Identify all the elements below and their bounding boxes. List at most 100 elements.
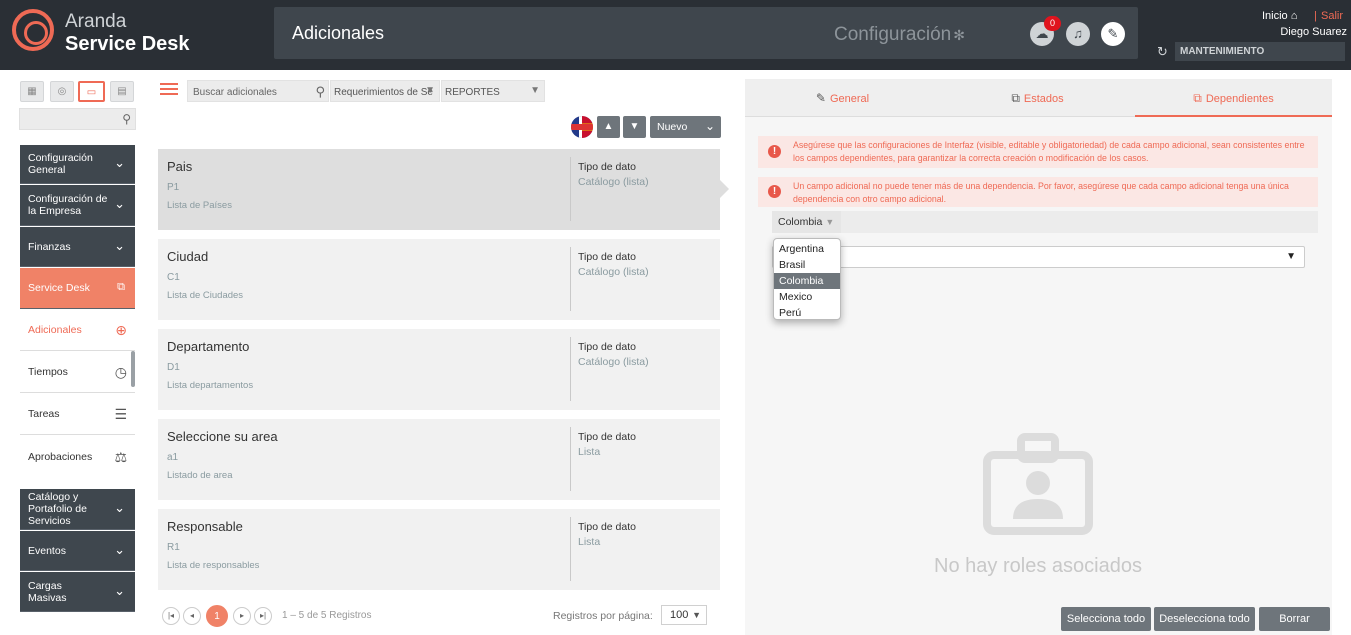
requirement-filter-select[interactable]: Requerimientos de Se ▼ [330, 80, 440, 102]
item-code: a1 [167, 452, 179, 463]
configuration-link[interactable]: Configuración ✻ [834, 24, 965, 46]
filter-bar [772, 211, 1318, 233]
dropdown-option-selected[interactable]: Colombia [774, 273, 840, 289]
sidebar-item-label: Tareas [28, 408, 60, 420]
item-code: P1 [167, 182, 180, 193]
deselect-all-button[interactable]: Deselecciona todo [1154, 607, 1255, 631]
menu-label: Configuración de la Empresa [28, 193, 108, 217]
user-support-icon[interactable]: ◎ [50, 81, 74, 102]
first-page-button[interactable]: |◂ [162, 607, 180, 625]
menu-label: Cargas Masivas [28, 579, 67, 604]
move-up-button[interactable]: ▲ [597, 116, 620, 138]
move-down-button[interactable]: ▼ [623, 116, 646, 138]
logout-link[interactable]: Salir [1321, 10, 1343, 22]
item-name: Departamento [167, 339, 250, 354]
sidebar-item-tiempos[interactable]: Tiempos ◷ [20, 352, 135, 393]
country-value: Colombia [778, 216, 823, 228]
refresh-icon[interactable]: ↻ [1157, 44, 1168, 60]
search-icon: ⚲ [122, 112, 131, 126]
caret-down-icon: ▼ [1286, 251, 1296, 262]
chevron-down-icon: ⌄ [704, 119, 715, 133]
chevron-down-icon: ⌄ [114, 237, 125, 253]
select-all-button[interactable]: Selecciona todo [1061, 607, 1151, 631]
country-dropdown-list: Argentina Brasil Colombia Mexico Perú [773, 238, 841, 320]
monitor-icon[interactable]: ▭ [78, 81, 105, 102]
new-button[interactable]: Nuevo ⌄ [650, 116, 721, 138]
item-code: D1 [167, 362, 180, 373]
filter2-value: REPORTES [445, 87, 500, 98]
chevron-down-icon: ⌄ [114, 500, 125, 515]
sidebar-item-label: Adicionales [28, 324, 82, 336]
type-value: Catálogo (lista) [578, 266, 649, 278]
list-item[interactable]: Seleccione su area a1 Listado de area Ti… [158, 419, 720, 500]
language-flag-icon[interactable] [571, 116, 593, 138]
type-label: Tipo de dato [578, 521, 636, 533]
list-item[interactable]: Departamento D1 Lista departamentos Tipo… [158, 329, 720, 410]
menu-configuracion-general[interactable]: Configuración General ⌄ [20, 145, 135, 184]
alert-icon: ! [768, 145, 781, 158]
sidebar-item-adicionales[interactable]: Adicionales ⊕ [20, 310, 135, 351]
item-description: Lista departamentos [167, 380, 254, 391]
sidebar-item-aprobaciones[interactable]: Aprobaciones ⚖ [20, 436, 135, 477]
grid-icon[interactable]: ▦ [20, 81, 44, 102]
caret-down-icon: ▼ [425, 85, 435, 96]
menu-eventos[interactable]: Eventos ⌄ [20, 531, 135, 571]
title-bar: Adicionales Configuración ✻ [274, 7, 1138, 59]
last-page-button[interactable]: ▸| [254, 607, 272, 625]
document-icon[interactable]: ▤ [110, 81, 134, 102]
dropdown-option[interactable]: Brasil [774, 257, 840, 273]
current-page-button[interactable]: 1 [206, 605, 228, 627]
list-item[interactable]: Responsable R1 Lista de responsables Tip… [158, 509, 720, 590]
type-value: Catálogo (lista) [578, 356, 649, 368]
menu-configuracion-empresa[interactable]: Configuración de la Empresa ⌄ [20, 185, 135, 226]
type-value: Lista [578, 536, 601, 548]
menu-catalogo-portafolio[interactable]: Catálogo y Portafolio de Servicios ⌄ [20, 489, 135, 530]
dropdown-option[interactable]: Perú [774, 305, 840, 321]
tab-label: Dependientes [1205, 93, 1274, 105]
empty-message: No hay roles asociados [934, 555, 1142, 577]
sidebar-item-tareas[interactable]: Tareas ☰ [20, 394, 135, 435]
divider [570, 517, 571, 581]
divider [570, 247, 571, 311]
warning-message: ! Un campo adicional no puede tener más d… [758, 177, 1318, 207]
tab-general[interactable]: ✎ General [745, 79, 940, 117]
chevron-down-icon: ⌄ [114, 582, 125, 598]
next-page-button[interactable]: ▸ [233, 607, 251, 625]
delete-button[interactable]: Borrar [1259, 607, 1330, 631]
type-value: Lista [578, 446, 601, 458]
plus-circle-icon: ⊕ [115, 322, 127, 338]
logo-line2: Service Desk [65, 33, 190, 55]
sidebar-scrollbar[interactable] [131, 351, 135, 387]
sidebar-item-label: Tiempos [28, 366, 68, 378]
list-item[interactable]: Ciudad C1 Lista de Ciudades Tipo de dato… [158, 239, 720, 320]
bell-icon[interactable]: ♫ [1066, 22, 1090, 46]
tab-estados[interactable]: ⧉ Estados [940, 79, 1135, 117]
menu-cargas-masivas[interactable]: Cargas Masivas ⌄ [20, 572, 135, 612]
reports-filter-select[interactable]: REPORTES ▼ [441, 80, 545, 102]
list-item[interactable]: Pais P1 Lista de Países Tipo de dato Cat… [158, 149, 729, 230]
menu-label: Catálogo y Portafolio de Servicios [28, 491, 87, 527]
menu-finanzas[interactable]: Finanzas ⌄ [20, 227, 135, 267]
project-selector[interactable]: MANTENIMIENTO [1175, 42, 1345, 61]
sidebar-search-input[interactable]: ⚲ [19, 108, 136, 130]
magic-wand-icon[interactable]: ✎ [1101, 22, 1125, 46]
search-additionals-input[interactable]: Buscar adicionales ⚲ [187, 80, 329, 102]
dropdown-option[interactable]: Mexico [774, 289, 840, 305]
item-name: Pais [167, 159, 193, 174]
home-link[interactable]: Inicio ⌂ [1262, 10, 1297, 22]
hamburger-menu-icon[interactable] [160, 83, 178, 95]
warning-text: Asegúrese que las configuraciones de Int… [793, 140, 1305, 163]
logo-line1: Aranda [65, 11, 127, 32]
item-code: R1 [167, 542, 180, 553]
dependent-value-select[interactable]: ▼ [772, 246, 1305, 268]
country-filter-select[interactable]: Colombia ▼ [772, 211, 841, 233]
item-name: Responsable [167, 519, 243, 534]
type-label: Tipo de dato [578, 341, 636, 353]
dropdown-option[interactable]: Argentina [774, 241, 840, 257]
prev-page-button[interactable]: ◂ [183, 607, 201, 625]
divider [570, 337, 571, 401]
menu-service-desk[interactable]: Service Desk ⧉ [20, 268, 135, 309]
divider [570, 157, 571, 221]
per-page-select[interactable]: 100 ▼ [661, 605, 707, 625]
tab-dependientes[interactable]: ⧉ Dependientes [1135, 79, 1332, 117]
